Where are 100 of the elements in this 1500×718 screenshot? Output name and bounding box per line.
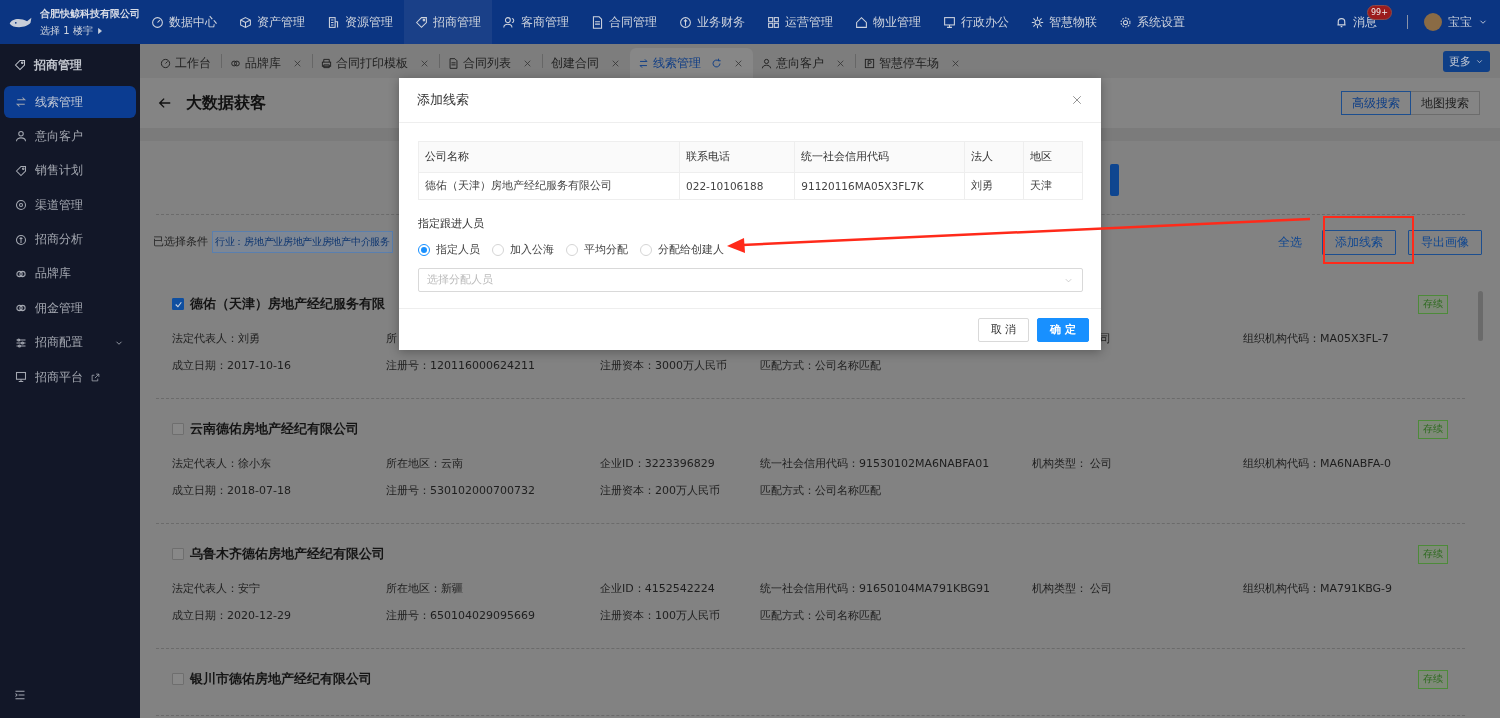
info-field: 注册资本：3000万人民币: [600, 358, 727, 374]
close-icon[interactable]: [734, 58, 743, 68]
sidebar-item[interactable]: 招商分析: [4, 223, 136, 256]
assign-label: 指定跟进人员: [418, 217, 485, 231]
info-field: 成立日期：2020-12-29: [172, 608, 291, 624]
info-field: 所在地区：云南: [386, 456, 463, 472]
table-cell: 德佑（天津）房地产经纪服务有限公司: [418, 172, 680, 200]
info-field: 所: [386, 331, 397, 347]
tab[interactable]: 工作台: [152, 48, 221, 78]
printer-icon: [321, 57, 332, 69]
menu-icon[interactable]: [14, 689, 26, 701]
close-icon[interactable]: [293, 58, 302, 68]
close-icon[interactable]: [420, 58, 429, 68]
tab[interactable]: 智慧停车场: [856, 48, 970, 78]
tag-icon: [14, 59, 26, 71]
page-title: 大数据获客: [186, 92, 266, 114]
swap-icon: [638, 57, 649, 69]
filter-label: 已选择条件: [153, 235, 208, 249]
nav-item[interactable]: 业务财务: [668, 0, 756, 44]
info-field: 注册号：120116000624211: [386, 358, 535, 374]
gauge-icon: [151, 15, 164, 29]
tab[interactable]: 合同打印模板: [313, 48, 439, 78]
table-cell: 刘勇: [964, 172, 1024, 200]
nav-item[interactable]: 资源管理: [316, 0, 404, 44]
company-title[interactable]: 德佑（天津）房地产经纪服务有限: [190, 295, 385, 313]
info-field: 成立日期：2017-10-16: [172, 358, 291, 374]
nav-item[interactable]: 数据中心: [140, 0, 228, 44]
search-mode-button[interactable]: 地图搜索: [1410, 91, 1480, 115]
close-icon[interactable]: [951, 58, 960, 68]
info-field: 注册号：650104029095669: [386, 608, 535, 624]
sidebar-item[interactable]: 意向客户: [4, 120, 136, 153]
cancel-button[interactable]: 取 消: [977, 317, 1030, 342]
sidebar-item[interactable]: 品牌库: [4, 257, 136, 290]
column-header: 统一社会信用代码: [794, 141, 965, 173]
sidebar-title: 招商管理: [34, 56, 82, 74]
radio-option[interactable]: 加入公海: [492, 243, 554, 257]
column-header: 法人: [964, 141, 1024, 173]
nav-item[interactable]: 物业管理: [844, 0, 932, 44]
scrollbar-thumb[interactable]: [1478, 291, 1483, 341]
triangle-icon: [95, 26, 104, 35]
info-field: 统一社会信用代码：91650104MA791KBG91: [760, 581, 991, 597]
checkbox[interactable]: [172, 423, 184, 435]
checkbox[interactable]: [172, 548, 184, 560]
checkbox[interactable]: [172, 298, 184, 310]
tag-icon: [415, 15, 428, 29]
monitor-icon: [15, 371, 27, 384]
checkbox[interactable]: [172, 673, 184, 685]
user-name[interactable]: 宝宝: [1448, 13, 1472, 31]
sidebar-item[interactable]: 佣金管理: [4, 292, 136, 325]
radio-option[interactable]: 分配给创建人: [640, 243, 724, 257]
nav-item[interactable]: 系统设置: [1108, 0, 1196, 44]
info-field: 机构类型： 公司: [1032, 581, 1113, 597]
sliders-icon: [15, 336, 27, 349]
status-tag: 存续: [1418, 294, 1448, 314]
user-icon: [15, 130, 27, 143]
back-icon[interactable]: [158, 96, 172, 110]
document-icon: [591, 15, 604, 29]
info-field: 注册资本：100万人民币: [600, 608, 720, 624]
grid-icon: [767, 15, 780, 29]
company-title[interactable]: 乌鲁木齐德佑房地产经纪有限公司: [190, 545, 385, 563]
close-icon[interactable]: [1071, 94, 1083, 106]
nav-item[interactable]: 招商管理: [404, 0, 492, 44]
nav-item[interactable]: 行政办公: [932, 0, 1020, 44]
nav-item[interactable]: 智慧物联: [1020, 0, 1108, 44]
nav-item[interactable]: 合同管理: [580, 0, 668, 44]
tab[interactable]: 合同列表: [440, 48, 542, 78]
close-icon[interactable]: [611, 58, 620, 68]
nav-item[interactable]: 运营管理: [756, 0, 844, 44]
info-field: 组织机构代码：MA791KBG-9: [1243, 581, 1393, 597]
company-title[interactable]: 云南德佑房地产经纪有限公司: [190, 420, 359, 438]
info-field: 注册号：530102000700732: [386, 483, 535, 499]
radio-option[interactable]: 平均分配: [566, 243, 628, 257]
close-icon[interactable]: [836, 58, 845, 68]
parking-icon: [864, 57, 875, 69]
sidebar-item[interactable]: 招商配置: [4, 326, 136, 359]
sidebar-item[interactable]: 渠道管理: [4, 189, 136, 222]
info-field: 注册资本：200万人民币: [600, 483, 720, 499]
column-header: 联系电话: [679, 141, 795, 173]
radio-option[interactable]: 指定人员: [418, 243, 480, 257]
sidebar-item[interactable]: 线索管理: [4, 86, 136, 118]
cube-icon: [239, 15, 252, 29]
building-selector[interactable]: 选择 1 楼宇: [40, 23, 140, 38]
close-icon[interactable]: [523, 58, 532, 68]
info-field: 匹配方式：公司名称匹配: [760, 358, 881, 374]
table-cell: 022-10106188: [679, 172, 795, 200]
more-button[interactable]: 更多: [1443, 50, 1490, 72]
tab[interactable]: 品牌库: [222, 48, 312, 78]
settings-icon: [1119, 15, 1132, 29]
nav-item[interactable]: 客商管理: [492, 0, 580, 44]
info-field: 司: [1100, 331, 1111, 347]
avatar[interactable]: [1424, 13, 1442, 31]
sidebar-item[interactable]: 销售计划: [4, 154, 136, 187]
nav-item[interactable]: 资产管理: [228, 0, 316, 44]
sidebar-item[interactable]: 招商平台: [4, 361, 136, 394]
info-field: 统一社会信用代码：91530102MA6NABFA01: [760, 456, 990, 472]
info-field: 成立日期：2018-07-18: [172, 483, 291, 499]
company-title[interactable]: 银川市德佑房地产经纪有限公司: [190, 670, 372, 688]
tab[interactable]: 创建合同: [543, 48, 630, 78]
table-cell: 天津: [1023, 172, 1083, 200]
tab[interactable]: 意向客户: [753, 48, 855, 78]
